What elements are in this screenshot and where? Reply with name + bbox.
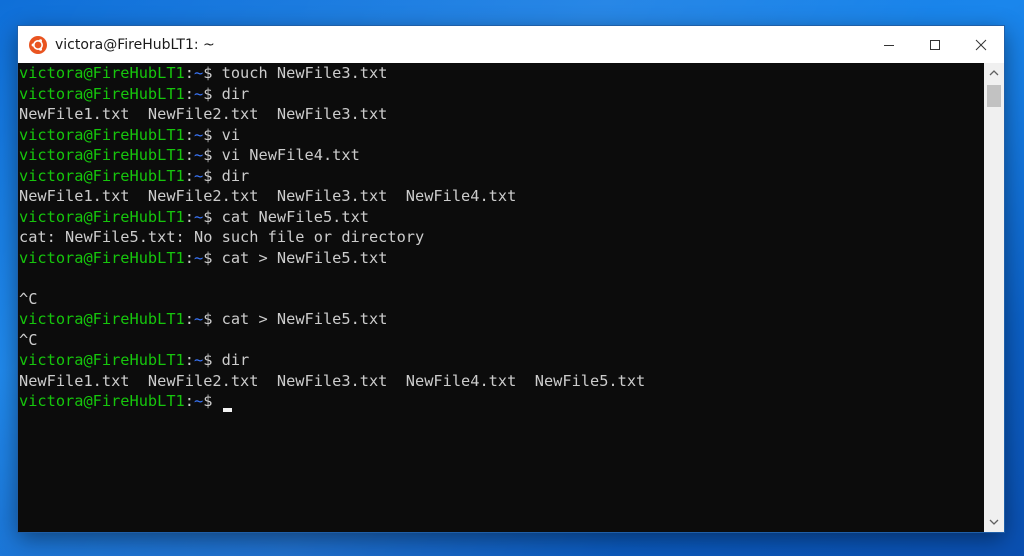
vertical-scrollbar[interactable] [984,63,1004,532]
command-text: vi NewFile4.txt [221,146,360,164]
prompt-path: ~ [194,146,204,164]
prompt-separator: : [184,351,194,369]
prompt-path: ~ [194,84,204,103]
prompt-symbol: $ [203,351,222,369]
command-text: touch NewFile3.txt [221,64,388,82]
minimize-icon [884,44,894,46]
prompt-user: victora@FireHubLT1 [19,166,185,185]
prompt-path: ~ [194,207,204,226]
prompt-symbol: $ [203,207,222,226]
prompt-line: victora@FireHubLT1:~$ dir [19,84,984,105]
text-cursor [222,408,232,412]
prompt-path: ~ [194,392,204,410]
maximize-icon [930,39,940,50]
prompt-user: victora@FireHubLT1 [19,84,185,103]
title-bar[interactable]: victora@FireHubLT1: ~ [18,26,1004,63]
prompt-line: victora@FireHubLT1:~$ cat NewFile5.txt [19,207,984,228]
prompt-separator: : [184,84,194,103]
scroll-thumb[interactable] [987,85,1001,107]
prompt-line: victora@FireHubLT1:~$ cat > NewFile5.txt [19,309,984,330]
prompt-user: victora@FireHubLT1 [19,392,185,410]
prompt-symbol: $ [203,166,222,185]
close-icon [975,39,987,50]
prompt-line: victora@FireHubLT1:~$ touch NewFile3.txt [19,63,984,84]
command-text: dir [221,351,250,369]
prompt-line: victora@FireHubLT1:~$ dir [19,350,984,371]
prompt-user: victora@FireHubLT1 [19,248,185,267]
close-button[interactable] [958,26,1004,63]
prompt-separator: : [184,146,194,164]
prompt-symbol: $ [203,146,222,164]
prompt-symbol: $ [203,84,222,103]
prompt-path: ~ [194,310,204,328]
command-text: vi [221,125,241,144]
output-line: ^C [19,330,38,349]
prompt-symbol: $ [203,125,222,144]
chevron-up-icon [989,70,999,76]
output-line: NewFile1.txt NewFile2.txt NewFile3.txt N… [19,187,517,205]
scroll-up-button[interactable] [984,63,1004,83]
ubuntu-icon[interactable] [29,35,47,54]
output-line: cat: NewFile5.txt: No such file or direc… [19,228,425,246]
prompt-path: ~ [194,351,204,369]
prompt-user: victora@FireHubLT1 [19,207,185,226]
command-text: cat > NewFile5.txt [221,248,388,267]
output-line: ^C [19,289,38,308]
prompt-path: ~ [194,248,204,267]
prompt-line: victora@FireHubLT1:~$ vi NewFile4.txt [19,145,984,166]
command-text: cat NewFile5.txt [221,207,369,226]
prompt-path: ~ [194,64,204,82]
prompt-line: victora@FireHubLT1:~$ vi [19,125,984,146]
prompt-line: victora@FireHubLT1:~$ [19,391,984,412]
terminal-window[interactable]: victora@FireHubLT1: ~ victora@FireHubLT1… [18,26,1004,532]
prompt-user: victora@FireHubLT1 [19,310,185,328]
prompt-path: ~ [194,125,204,144]
prompt-separator: : [184,125,194,144]
prompt-separator: : [184,207,194,226]
prompt-separator: : [184,64,194,82]
prompt-path: ~ [194,166,204,185]
prompt-separator: : [184,310,194,328]
prompt-line: victora@FireHubLT1:~$ dir [19,166,984,187]
command-text: dir [221,84,250,103]
window-title: victora@FireHubLT1: ~ [55,36,215,53]
prompt-line: victora@FireHubLT1:~$ cat > NewFile5.txt [19,248,984,269]
prompt-separator: : [184,392,194,410]
command-text: cat > NewFile5.txt [221,310,388,328]
prompt-separator: : [184,166,194,185]
prompt-user: victora@FireHubLT1 [19,146,185,164]
output-line: NewFile1.txt NewFile2.txt NewFile3.txt N… [19,371,646,390]
terminal-output[interactable]: victora@FireHubLT1:~$ touch NewFile3.txt… [18,63,984,532]
minimize-button[interactable] [866,26,912,63]
prompt-symbol: $ [203,310,222,328]
prompt-user: victora@FireHubLT1 [19,351,185,369]
chevron-down-icon [989,519,999,525]
scroll-down-button[interactable] [984,512,1004,532]
prompt-symbol: $ [203,248,222,267]
prompt-user: victora@FireHubLT1 [19,64,185,82]
window-controls [866,26,1004,63]
prompt-separator: : [184,248,194,267]
prompt-user: victora@FireHubLT1 [19,125,185,144]
prompt-symbol: $ [203,392,222,410]
output-line: NewFile1.txt NewFile2.txt NewFile3.txt [19,105,388,123]
maximize-button[interactable] [912,26,958,63]
prompt-symbol: $ [203,64,222,82]
command-text: dir [221,166,250,185]
